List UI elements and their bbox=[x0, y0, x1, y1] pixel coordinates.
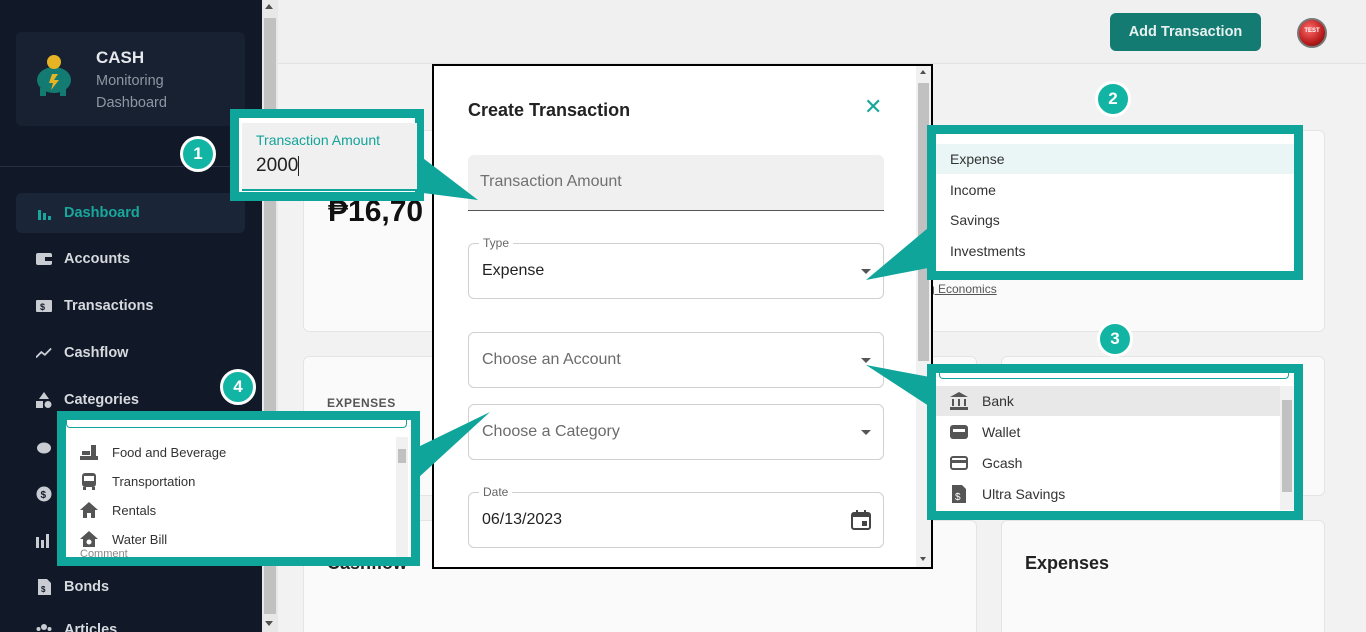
zoomed-amount-label: Transaction Amount bbox=[256, 132, 380, 148]
step-badge-1: 1 bbox=[180, 136, 216, 172]
account-options-list: Bank Wallet Gcash $ Ultra Savings bbox=[936, 386, 1280, 510]
step-badge-3: 3 bbox=[1097, 321, 1133, 357]
category-option-label: Water Bill bbox=[112, 531, 168, 547]
zoomed-amount-value: 2000 bbox=[256, 155, 300, 177]
callout-amount-zoom: Transaction Amount 2000 bbox=[230, 109, 424, 201]
type-option-expense[interactable]: Expense bbox=[936, 144, 1294, 174]
callout-type-options: Expense Income Savings Investments bbox=[927, 125, 1303, 280]
category-select-edge bbox=[66, 420, 407, 428]
comment-peek-text: Comment bbox=[80, 548, 128, 560]
food-icon bbox=[80, 443, 98, 461]
step-badge-2: 2 bbox=[1095, 81, 1131, 117]
type-option-income[interactable]: Income bbox=[936, 175, 1294, 205]
category-options-list: Food and Beverage Transportation Rentals… bbox=[66, 437, 396, 557]
callout-account-options: Bank Wallet Gcash $ Ultra Savings bbox=[927, 364, 1303, 520]
account-option-wallet[interactable]: Wallet bbox=[936, 417, 1280, 447]
bus-icon bbox=[80, 472, 98, 490]
house-drop-icon bbox=[80, 530, 98, 548]
account-option-ultra-savings[interactable]: $ Ultra Savings bbox=[936, 479, 1280, 509]
home-icon bbox=[80, 501, 98, 519]
amount-value: 2000 bbox=[256, 155, 299, 176]
account-option-label: Bank bbox=[982, 393, 1014, 409]
category-option-rentals[interactable]: Rentals bbox=[66, 495, 396, 525]
dollar-doc-icon: $ bbox=[950, 485, 968, 503]
category-option-food[interactable]: Food and Beverage bbox=[66, 437, 396, 467]
category-option-label: Transportation bbox=[112, 473, 196, 489]
type-options-list: Expense Income Savings Investments bbox=[936, 142, 1294, 266]
category-list-scroll-thumb[interactable] bbox=[398, 449, 406, 463]
type-option-investments[interactable]: Investments bbox=[936, 236, 1294, 266]
account-select-edge bbox=[939, 373, 1289, 379]
category-list-scrollbar[interactable] bbox=[396, 437, 408, 557]
callout-category-options: Food and Beverage Transportation Rentals… bbox=[57, 411, 420, 566]
account-list-scroll-thumb[interactable] bbox=[1282, 400, 1292, 492]
account-option-gcash[interactable]: Gcash bbox=[936, 448, 1280, 478]
svg-text:$: $ bbox=[955, 492, 961, 503]
account-option-label: Gcash bbox=[982, 455, 1023, 471]
step-badge-4: 4 bbox=[220, 369, 256, 405]
account-option-label: Wallet bbox=[982, 424, 1021, 440]
account-option-label: Ultra Savings bbox=[982, 486, 1066, 502]
bank-icon bbox=[950, 392, 968, 410]
account-option-bank[interactable]: Bank bbox=[936, 386, 1280, 416]
wallet-icon bbox=[950, 423, 968, 441]
account-list-scrollbar[interactable] bbox=[1280, 386, 1294, 510]
category-option-label: Rentals bbox=[112, 502, 157, 518]
zoomed-amount-field[interactable]: Transaction Amount 2000 bbox=[242, 123, 417, 191]
category-option-label: Food and Beverage bbox=[112, 444, 227, 460]
type-option-savings[interactable]: Savings bbox=[936, 205, 1294, 235]
category-option-transportation[interactable]: Transportation bbox=[66, 466, 396, 496]
card-icon bbox=[950, 454, 968, 472]
